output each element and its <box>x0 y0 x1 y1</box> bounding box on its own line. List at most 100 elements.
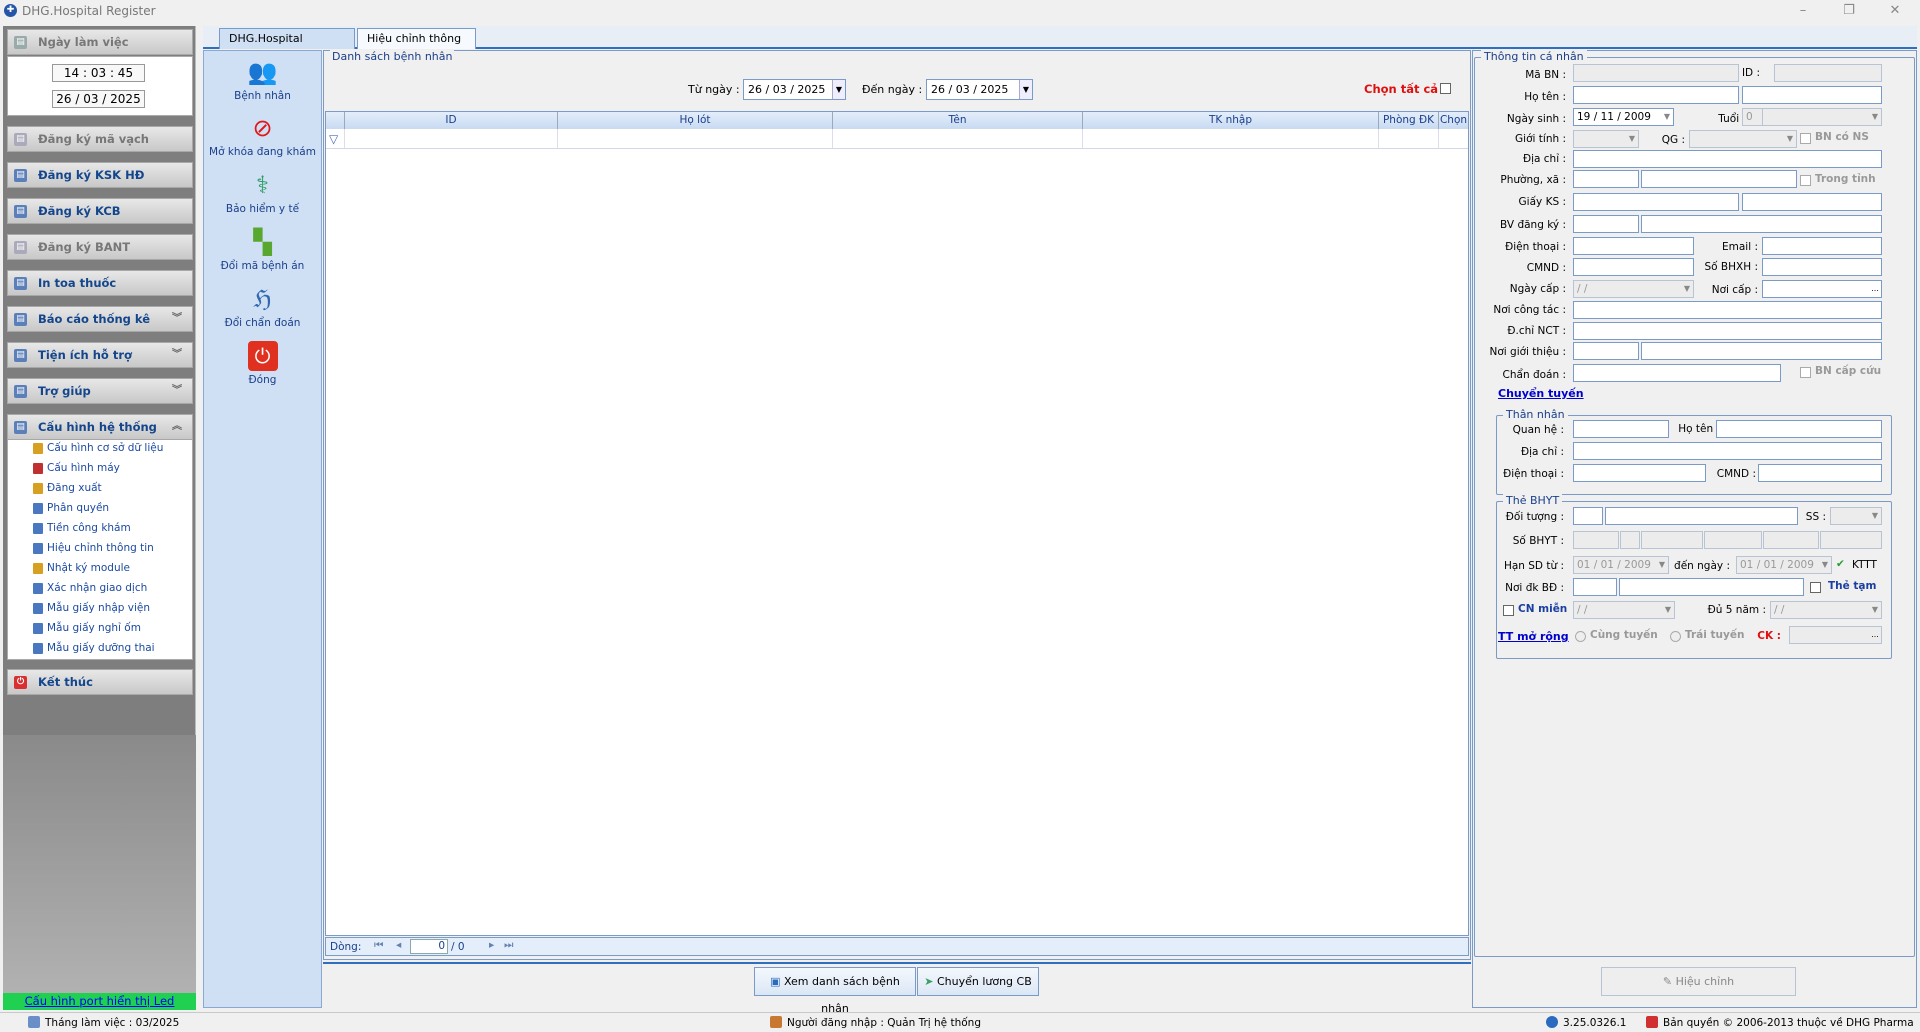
email-field[interactable] <box>1762 237 1882 255</box>
issue-place-field[interactable]: ... <box>1762 280 1882 298</box>
chevron-down-icon[interactable]: ▼ <box>1661 109 1673 125</box>
card-number-part-4[interactable] <box>1704 531 1762 549</box>
du5nam-date-field[interactable]: / / ▼ <box>1770 601 1882 619</box>
edit-button[interactable]: ✎ Hiệu chỉnh <box>1601 967 1796 996</box>
config-item-exam-fee[interactable]: Tiền công khám <box>33 522 131 534</box>
address-field[interactable] <box>1573 150 1882 168</box>
group-utilities[interactable]: ▤ Tiện ích hỗ trợ ︾ <box>7 342 193 368</box>
browse-icon[interactable]: ... <box>1869 627 1881 643</box>
cmnd-field[interactable] <box>1573 258 1694 276</box>
hospital-code-field[interactable] <box>1573 215 1639 233</box>
bhxh-field[interactable] <box>1762 258 1882 276</box>
config-item-logout[interactable]: Đăng xuất <box>33 482 102 494</box>
chevron-down-icon[interactable]: ▼ <box>1869 109 1881 125</box>
patient-grid[interactable]: ID Họ lót Tên TK nhập Phòng ĐK Chọn ▽ <box>325 111 1469 936</box>
nationality-select[interactable]: ▼ <box>1689 130 1797 148</box>
minimize-button[interactable]: – <box>1780 1 1826 21</box>
col-id[interactable]: ID <box>345 112 558 129</box>
last-page-icon[interactable]: ⏭ <box>504 939 513 952</box>
relative-address-field[interactable] <box>1573 442 1882 460</box>
ma-bn-field[interactable] <box>1573 64 1739 82</box>
dob-field[interactable]: 19 / 11 / 2009 ▼ <box>1573 108 1674 126</box>
chevron-down-icon[interactable]: ▼ <box>1681 281 1693 297</box>
emergency-checkbox[interactable] <box>1800 367 1811 378</box>
chevron-down-icon[interactable]: ▼ <box>1019 80 1032 99</box>
config-item-sick-leave-form[interactable]: Mẫu giấy nghỉ ốm <box>33 622 141 634</box>
chevron-down-icon[interactable]: ▼ <box>1869 602 1881 618</box>
col-tk-nhap[interactable]: TK nhập <box>1083 112 1379 129</box>
config-item-admission-form[interactable]: Mẫu giấy nhập viện <box>33 602 150 614</box>
workplace-address-field[interactable] <box>1573 322 1882 340</box>
patients-button[interactable]: 👥 Bệnh nhân <box>204 57 321 102</box>
referral-name-field[interactable] <box>1641 342 1882 360</box>
trong-tinh-checkbox[interactable] <box>1800 175 1811 186</box>
first-name-field[interactable] <box>1742 86 1882 104</box>
from-date-picker[interactable]: 26 / 03 / 2025 ▼ <box>743 79 846 100</box>
close-tab-button[interactable]: ⏻ Đóng <box>204 341 321 386</box>
chevron-down-icon[interactable]: ▼ <box>1869 508 1881 524</box>
config-item-pregnancy-form[interactable]: Mẫu giấy dưỡng thai <box>33 642 155 654</box>
config-item-confirm-transaction[interactable]: Xác nhận giao dịch <box>33 582 147 594</box>
card-number-part-3[interactable] <box>1641 531 1703 549</box>
birth-cert-field[interactable] <box>1573 193 1739 211</box>
config-item-machine-config[interactable]: Cấu hình máy <box>33 462 120 474</box>
beneficiary-code-field[interactable] <box>1573 507 1603 525</box>
group-help[interactable]: ▤ Trợ giúp ︾ <box>7 378 193 404</box>
chevron-down-icon[interactable]: ▼ <box>832 80 845 99</box>
restore-button[interactable]: ❐ <box>1826 1 1872 21</box>
config-item-edit-info[interactable]: Hiệu chỉnh thông tin <box>33 542 154 554</box>
group-system-config[interactable]: ▤ Cấu hình hệ thống ︽ <box>7 414 193 440</box>
bn-co-ns-checkbox[interactable] <box>1800 133 1811 144</box>
filter-row[interactable]: ▽ <box>326 129 1468 149</box>
diagnosis-field[interactable] <box>1573 364 1781 382</box>
registered-name-field[interactable] <box>1619 578 1804 596</box>
to-date-picker[interactable]: 26 / 03 / 2025 ▼ <box>926 79 1033 100</box>
ward-field[interactable] <box>1641 170 1797 188</box>
registered-code-field[interactable] <box>1573 578 1617 596</box>
group-reports[interactable]: ▤ Báo cáo thống kê ︾ <box>7 306 193 332</box>
cn-mien-checkbox[interactable] <box>1503 605 1514 616</box>
relative-cmnd-field[interactable] <box>1758 464 1882 482</box>
temp-card-checkbox[interactable] <box>1810 582 1821 593</box>
next-page-icon[interactable]: ▸ <box>489 939 494 951</box>
config-item-permissions[interactable]: Phân quyền <box>33 502 109 514</box>
prev-page-icon[interactable]: ◂ <box>396 939 401 951</box>
age-unit-field[interactable]: ▼ <box>1762 108 1882 126</box>
gender-select[interactable]: ▼ <box>1573 130 1639 148</box>
expand-icon[interactable]: ︾ <box>172 307 182 331</box>
extended-info-link[interactable]: TT mở rộng <box>1498 630 1569 643</box>
chevron-down-icon[interactable]: ▼ <box>1656 557 1668 573</box>
close-button[interactable]: ✕ <box>1872 1 1918 21</box>
card-number-part-2[interactable] <box>1620 531 1640 549</box>
transfer-link[interactable]: Chuyển tuyến <box>1498 387 1584 400</box>
relative-phone-field[interactable] <box>1573 464 1706 482</box>
tab-hospital-register[interactable]: DHG.Hospital Register <box>219 28 355 65</box>
tab-edit-info[interactable]: Hiệu chỉnh thông tin <box>357 28 476 65</box>
change-record-button[interactable]: ▚ Đổi mã bệnh án <box>204 227 321 272</box>
validity-to-field[interactable]: 01 / 01 / 2009 ▼ <box>1736 556 1832 574</box>
group-ksk-register[interactable]: ▤ Đăng ký KSK HĐ <box>7 162 193 188</box>
ss-select[interactable]: ▼ <box>1830 507 1882 525</box>
id-field[interactable] <box>1774 64 1882 82</box>
insurance-button[interactable]: ⚕ Bảo hiểm y tế <box>204 170 321 215</box>
browse-icon[interactable]: ... <box>1869 281 1881 297</box>
ward-code-field[interactable] <box>1573 170 1639 188</box>
group-print-prescription[interactable]: ▤ In toa thuốc <box>7 270 193 296</box>
card-number-part-5[interactable] <box>1763 531 1819 549</box>
validity-from-field[interactable]: 01 / 01 / 2009 ▼ <box>1573 556 1669 574</box>
filter-icon[interactable]: ▽ <box>329 132 338 146</box>
issue-date-field[interactable]: / / ▼ <box>1573 280 1694 298</box>
group-kcb-register[interactable]: ▤ Đăng ký KCB <box>7 198 193 224</box>
chevron-down-icon[interactable]: ▼ <box>1626 131 1638 147</box>
birth-cert-date-field[interactable] <box>1742 193 1882 211</box>
relationship-field[interactable] <box>1573 420 1669 438</box>
expand-icon[interactable]: ︾ <box>172 343 182 367</box>
view-patient-list-button[interactable]: ▣ Xem danh sách bệnh nhân <box>754 967 916 1015</box>
chevron-down-icon[interactable]: ▼ <box>1784 131 1796 147</box>
card-number-part-1[interactable] <box>1573 531 1619 549</box>
config-item-db-config[interactable]: Cấu hình cơ sở dữ liệu <box>33 442 163 454</box>
relative-name-field[interactable] <box>1716 420 1882 438</box>
col-ho-lot[interactable]: Họ lót <box>558 112 833 129</box>
led-port-config-link[interactable]: Cấu hình port hiển thị Led <box>3 993 196 1010</box>
transfer-salary-button[interactable]: ➤ Chuyển lương CB <box>917 967 1039 996</box>
